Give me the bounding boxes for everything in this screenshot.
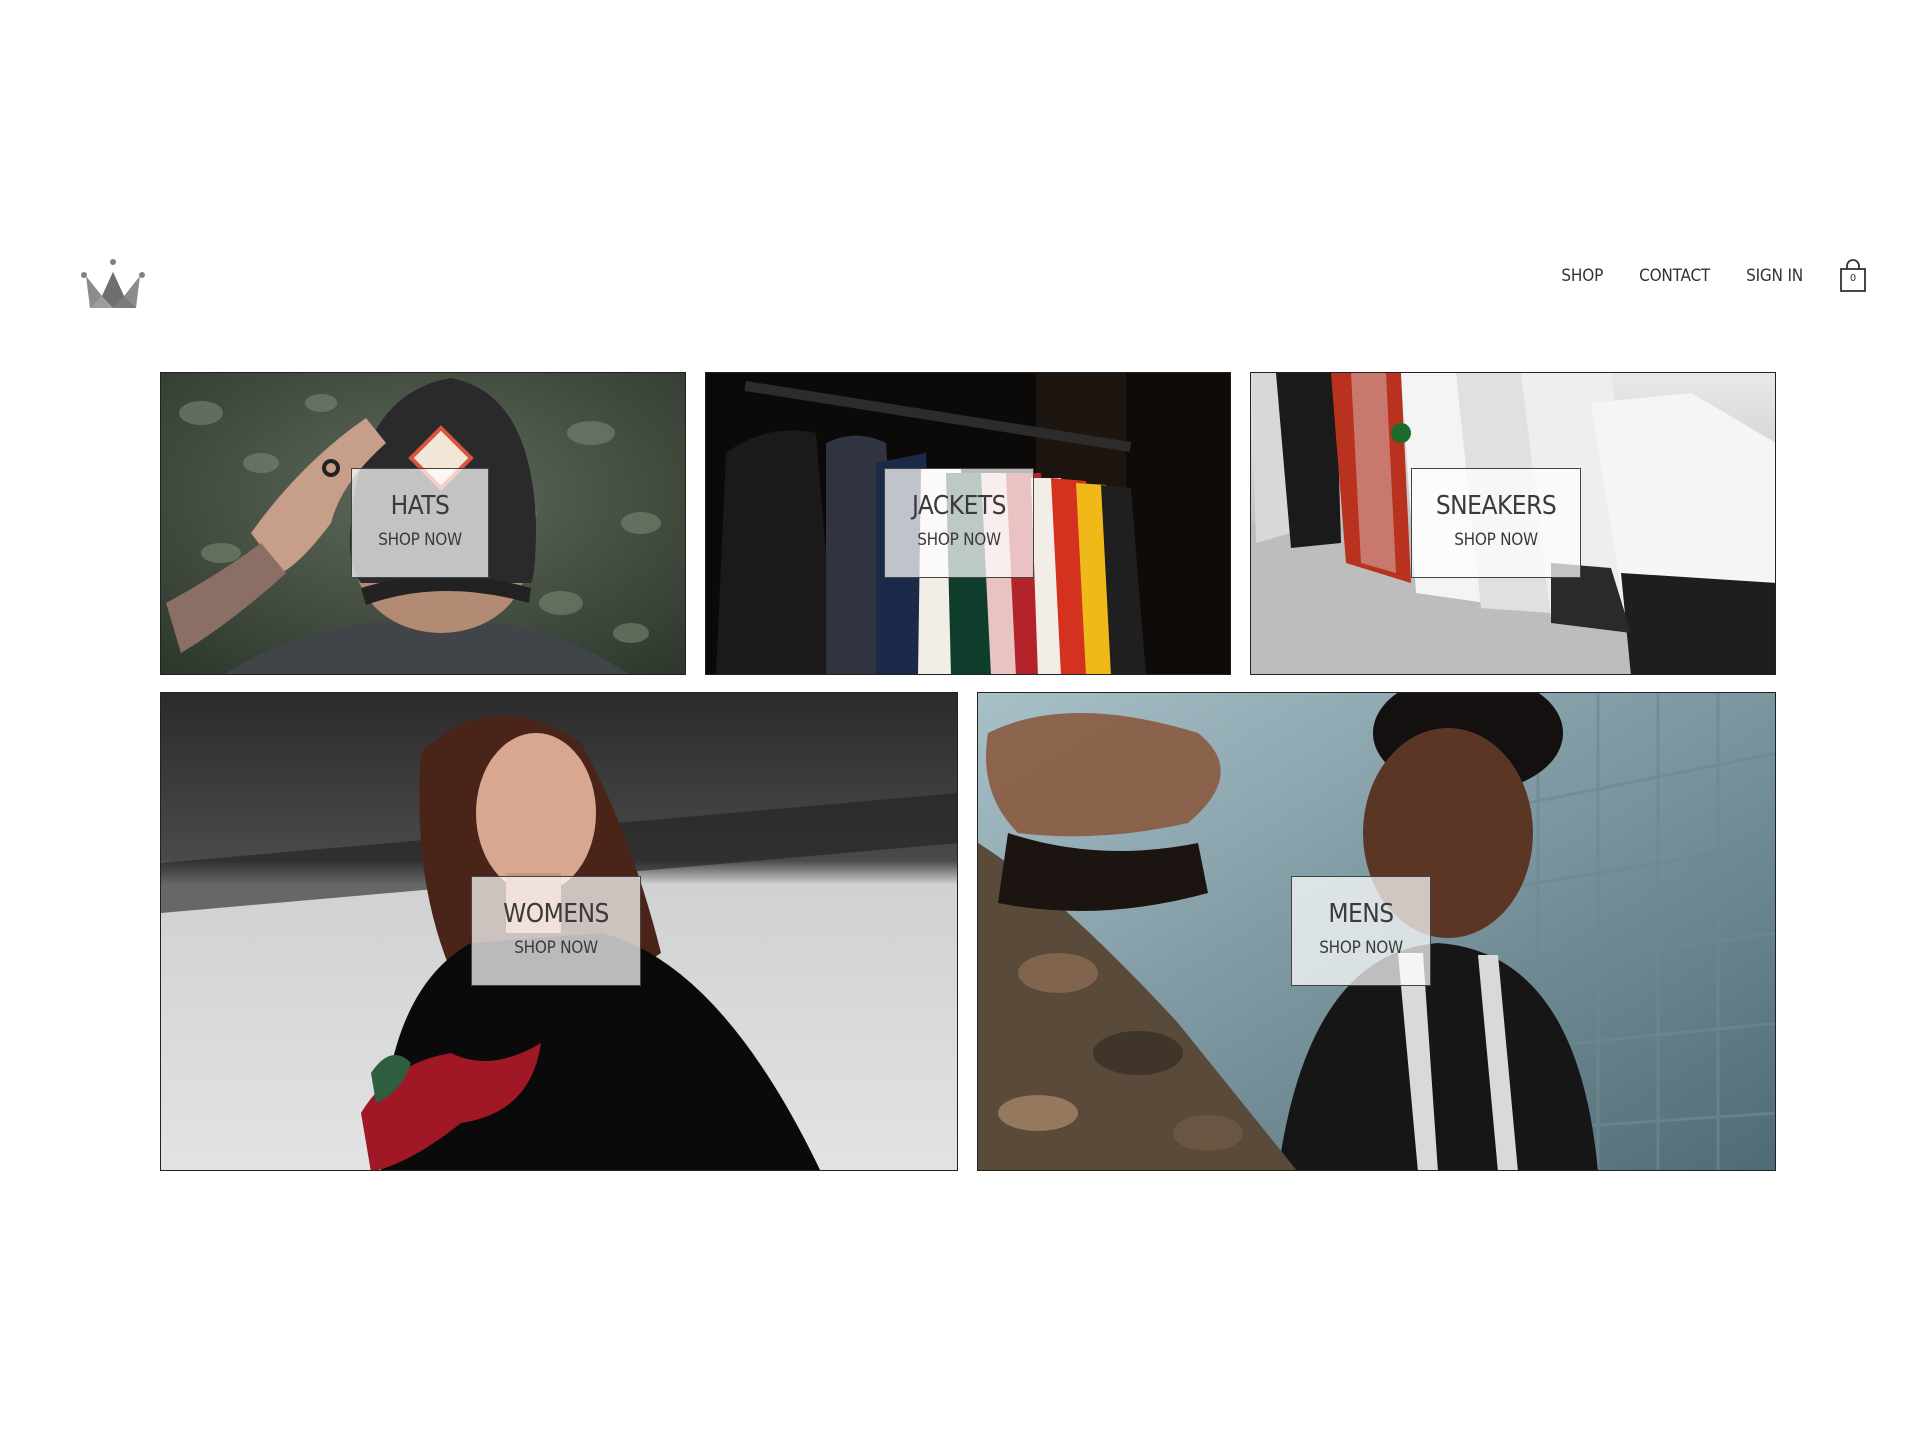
cart-item-count: 0 xyxy=(1849,273,1857,284)
sneakers-content-box: SNEAKERS SHOP NOW xyxy=(1411,468,1581,578)
mens-shop-now: SHOP NOW xyxy=(1319,938,1403,958)
nav-sign-in-link[interactable]: SIGN IN xyxy=(1746,266,1803,286)
sneakers-title: SNEAKERS xyxy=(1435,491,1557,521)
mens-title: MENS xyxy=(1328,899,1394,929)
cart-button[interactable]: 0 xyxy=(1839,259,1867,293)
hats-content-box: HATS SHOP NOW xyxy=(351,468,489,578)
directory-item-sneakers[interactable]: SNEAKERS SHOP NOW xyxy=(1250,372,1776,675)
sneakers-shop-now: SHOP NOW xyxy=(1454,530,1538,550)
mens-content-box: MENS SHOP NOW xyxy=(1291,876,1431,986)
directory-item-womens[interactable]: WOMENS SHOP NOW xyxy=(160,692,958,1171)
header: SHOP CONTACT SIGN IN 0 xyxy=(0,240,1920,330)
womens-content-box: WOMENS SHOP NOW xyxy=(471,876,641,986)
directory-item-hats[interactable]: HATS SHOP NOW xyxy=(160,372,686,675)
directory-item-jackets[interactable]: JACKETS SHOP NOW xyxy=(705,372,1231,675)
hats-shop-now: SHOP NOW xyxy=(378,530,462,550)
nav-shop-link[interactable]: SHOP xyxy=(1561,266,1603,286)
jackets-shop-now: SHOP NOW xyxy=(917,530,1001,550)
jackets-title: JACKETS xyxy=(911,491,1007,521)
womens-shop-now: SHOP NOW xyxy=(514,938,598,958)
jackets-content-box: JACKETS SHOP NOW xyxy=(884,468,1034,578)
nav-contact-link[interactable]: CONTACT xyxy=(1639,266,1710,286)
womens-title: WOMENS xyxy=(503,899,609,929)
hats-title: HATS xyxy=(390,491,450,521)
directory-item-mens[interactable]: MENS SHOP NOW xyxy=(977,692,1776,1171)
nav-options: SHOP CONTACT SIGN IN 0 xyxy=(1525,256,1867,296)
crown-logo-icon[interactable] xyxy=(80,258,146,310)
